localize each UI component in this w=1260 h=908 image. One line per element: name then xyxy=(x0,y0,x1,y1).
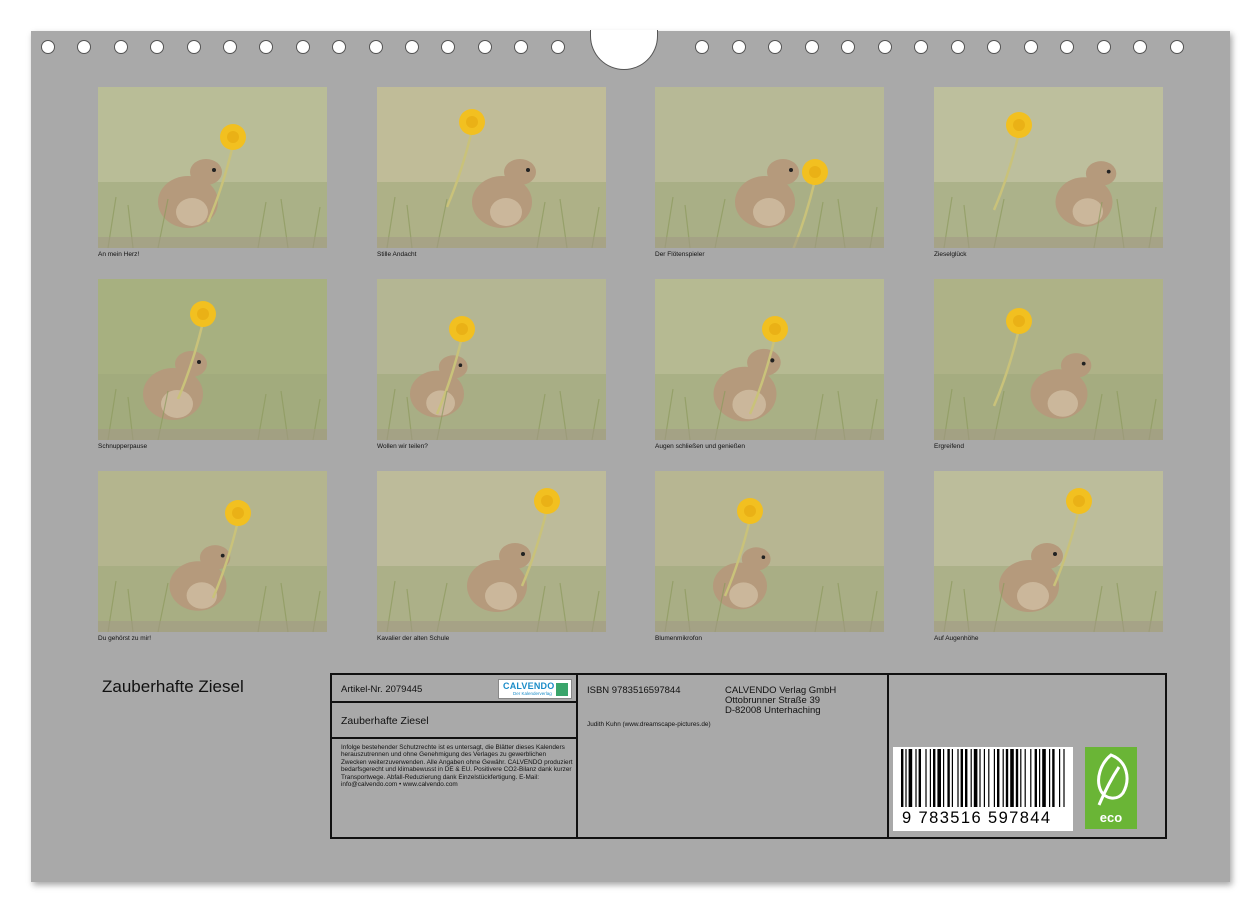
month-caption: Augen schließen und genießen xyxy=(655,443,745,450)
binding-hole xyxy=(987,40,1001,54)
month-thumbnail xyxy=(377,471,606,632)
squirrel-photo xyxy=(377,471,606,632)
squirrel-photo xyxy=(377,279,606,440)
squirrel-photo xyxy=(934,87,1163,248)
binding-hole xyxy=(259,40,274,54)
month-caption: Wollen wir teilen? xyxy=(377,443,428,450)
squirrel-photo xyxy=(98,471,327,632)
article-row: Artikel-Nr. 2079445 CALVENDO Der Kalende… xyxy=(332,675,576,703)
barcode-number: 9 783516 597844 xyxy=(902,809,1052,827)
binding-hole xyxy=(332,40,347,54)
month-thumbnail xyxy=(655,87,884,248)
month-thumbnail xyxy=(98,87,327,248)
binding-hole xyxy=(186,40,201,54)
squirrel-photo xyxy=(377,87,606,248)
month-caption: Kavalier der alten Schule xyxy=(377,635,450,642)
article-number: Artikel-Nr. 2079445 xyxy=(341,684,423,695)
squirrel-photo xyxy=(934,279,1163,440)
calvendo-logo-tagline: Der Kalenderverlag xyxy=(513,691,552,696)
month-thumbnail xyxy=(98,279,327,440)
binding-hole xyxy=(1096,40,1111,54)
month-caption: Ergreifend xyxy=(934,443,964,450)
month-caption: Blumenmikrofon xyxy=(655,635,702,642)
binding-hole xyxy=(113,40,128,54)
binding-hole xyxy=(41,40,55,54)
binding-hole xyxy=(514,40,529,54)
binding-hole xyxy=(1133,40,1147,54)
month-caption: Auf Augenhöhe xyxy=(934,635,979,642)
month-thumbnail xyxy=(377,87,606,248)
squirrel-photo xyxy=(655,471,884,632)
binding-hole xyxy=(295,40,310,54)
binding-hole xyxy=(731,40,746,54)
binding-hole xyxy=(1060,40,1074,54)
info-column-right: 9 783516 597844 eco xyxy=(889,675,1165,837)
info-column-left: Artikel-Nr. 2079445 CALVENDO Der Kalende… xyxy=(332,675,578,837)
month-caption: Zieselglück xyxy=(934,251,967,258)
month-thumbnail xyxy=(934,471,1163,632)
binding-hole xyxy=(550,40,565,54)
month-caption: Schnupperpause xyxy=(98,443,148,450)
publisher-city: D-82008 Unterhaching xyxy=(725,705,821,716)
isbn: ISBN 9783516597844 xyxy=(587,685,681,696)
info-column-middle: ISBN 9783516597844 CALVENDO Verlag GmbH … xyxy=(578,675,889,837)
binding-hole xyxy=(695,40,709,54)
squirrel-photo xyxy=(98,279,327,440)
binding-hole xyxy=(477,40,492,54)
eco-label: eco xyxy=(1099,810,1123,825)
binding-hole xyxy=(914,40,928,54)
month-caption: An mein Herz! xyxy=(98,251,140,258)
leaf-icon xyxy=(1097,753,1129,806)
binding-hole xyxy=(1169,40,1184,54)
binding-hole xyxy=(368,40,383,54)
squirrel-photo xyxy=(934,471,1163,632)
month-thumbnail xyxy=(934,279,1163,440)
eco-badge: eco xyxy=(1085,747,1137,829)
month-caption: Der Flötenspieler xyxy=(655,251,705,258)
legal-text: Infolge bestehender Schutzrechte ist es … xyxy=(341,744,573,789)
squirrel-photo xyxy=(655,279,884,440)
product-title: Zauberhafte Ziesel xyxy=(341,715,429,727)
month-caption: Du gehörst zu mir! xyxy=(98,635,152,642)
binding-hole xyxy=(877,40,892,54)
month-thumbnail xyxy=(377,279,606,440)
product-info-box: Artikel-Nr. 2079445 CALVENDO Der Kalende… xyxy=(330,673,1167,839)
calvendo-logo: CALVENDO Der Kalenderverlag xyxy=(498,679,572,699)
binding-hole xyxy=(950,40,965,54)
month-thumbnail xyxy=(934,87,1163,248)
month-thumbnail xyxy=(98,471,327,632)
barcode-bars xyxy=(901,749,1065,807)
month-thumbnail xyxy=(655,471,884,632)
squirrel-photo xyxy=(98,87,327,248)
month-caption: Stille Andacht xyxy=(377,251,417,258)
binding-hole xyxy=(1023,40,1038,54)
binding-hole xyxy=(841,40,855,54)
calvendo-logo-text: CALVENDO xyxy=(503,681,555,691)
barcode: 9 783516 597844 xyxy=(893,747,1073,831)
squirrel-photo xyxy=(655,87,884,248)
binding-hole xyxy=(804,40,819,54)
binding-hole xyxy=(150,40,165,54)
binding-hole xyxy=(77,40,92,54)
binding-hole xyxy=(223,40,237,54)
month-thumbnail xyxy=(655,279,884,440)
photographer-credit: Judith Kuhn (www.dreamscape-pictures.de) xyxy=(587,721,711,728)
binding-hole xyxy=(441,40,456,54)
calendar-back-page: An mein Herz! Stille Andacht Der Flötenspi… xyxy=(31,30,1230,882)
binding-hole xyxy=(768,40,782,54)
calendar-title: Zauberhafte Ziesel xyxy=(102,677,244,696)
binding-hole xyxy=(405,40,419,54)
title-row: Zauberhafte Ziesel xyxy=(332,703,576,739)
calvendo-logo-mark-icon xyxy=(556,683,568,696)
